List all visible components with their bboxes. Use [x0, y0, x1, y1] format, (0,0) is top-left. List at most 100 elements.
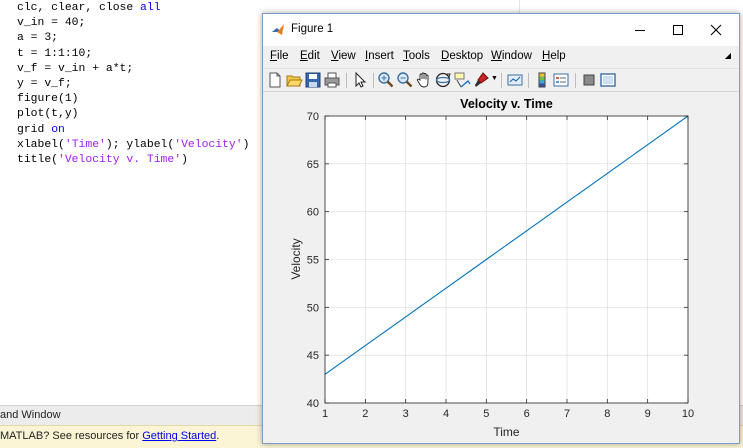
x-tick-label: 3 — [403, 408, 409, 420]
figure-toolbar: ▼ — [263, 68, 739, 92]
code-token: clc, clear, close — [17, 2, 141, 14]
open-file-icon[interactable] — [285, 71, 303, 89]
y-tick-label: 55 — [307, 255, 319, 267]
pan-hand-icon[interactable] — [415, 71, 433, 89]
data-cursor-icon[interactable] — [453, 71, 471, 89]
toolbar-separator — [346, 73, 347, 88]
code-line[interactable]: v_f = v_in + a*t; — [17, 62, 249, 77]
y-tick-label: 60 — [307, 207, 319, 219]
code-token: plot(t,y) — [17, 108, 79, 121]
code-line[interactable]: figure(1) — [17, 92, 249, 107]
code-text[interactable]: clc, clear, close all v_in = 40; a = 3; t =… — [17, 1, 249, 168]
info-message: MATLAB? See resources for Getting Starte… — [0, 430, 219, 442]
x-tick-label: 10 — [682, 408, 694, 420]
code-token: xlabel( — [17, 138, 65, 151]
minimize-icon — [635, 30, 645, 31]
code-keyword: on — [51, 123, 65, 136]
maximize-button[interactable] — [659, 14, 697, 46]
y-tick-label: 45 — [307, 350, 319, 362]
code-line[interactable]: v_in = 40; — [17, 16, 249, 31]
code-line[interactable]: clc, clear, close all — [17, 1, 249, 16]
hide-plot-tools-icon[interactable] — [580, 71, 598, 89]
velocity-plot[interactable]: 1 2 3 4 5 6 7 8 9 1040455055606570 Velocity v. Ti… — [263, 92, 739, 443]
code-line[interactable]: title('Velocity v. Time') — [17, 153, 249, 168]
y-tick-label: 65 — [307, 159, 319, 171]
getting-started-link[interactable]: Getting Started — [142, 430, 216, 442]
y-axis-label: Velocity — [289, 238, 303, 279]
brush-dropdown-icon[interactable]: ▼ — [491, 75, 498, 82]
code-string: 'Velocity v. Time' — [58, 153, 182, 166]
menu-view[interactable]: View — [331, 50, 356, 62]
code-token: title( — [17, 153, 59, 166]
plot-title: Velocity v. Time — [460, 97, 553, 111]
code-string: 'Time' — [64, 138, 106, 151]
figure-menu-bar: File Edit View Insert Tools Desktop Wind… — [263, 46, 739, 68]
code-token: v_in = 40; — [17, 17, 86, 30]
info-message-suffix: . — [216, 430, 220, 442]
maximize-icon — [673, 25, 683, 35]
code-line[interactable]: y = v_f; — [17, 77, 249, 92]
x-tick-label: 2 — [362, 408, 368, 420]
menu-tools[interactable]: Tools — [403, 50, 430, 62]
code-token: y = v_f; — [17, 77, 72, 90]
x-tick-label: 4 — [443, 408, 449, 420]
menu-desktop[interactable]: Desktop — [441, 50, 483, 62]
save-icon[interactable] — [304, 71, 322, 89]
rotate-3d-icon[interactable] — [434, 71, 452, 89]
link-plot-icon[interactable] — [506, 71, 524, 89]
zoom-out-icon[interactable] — [396, 71, 414, 89]
insert-colorbar-icon[interactable] — [533, 71, 551, 89]
close-icon — [710, 24, 722, 36]
code-token: ) — [181, 153, 188, 166]
toolbar-separator — [501, 73, 502, 88]
x-tick-label: 5 — [483, 408, 489, 420]
insert-legend-icon[interactable] — [552, 71, 570, 89]
x-tick-label: 7 — [564, 408, 570, 420]
zoom-in-icon[interactable] — [377, 71, 395, 89]
y-tick-label: 70 — [307, 111, 319, 123]
code-line[interactable]: t = 1:1:10; — [17, 47, 249, 62]
x-tick-label: 9 — [645, 408, 651, 420]
brush-icon[interactable] — [472, 71, 490, 89]
select-arrow-icon[interactable] — [351, 71, 369, 89]
print-icon[interactable] — [323, 71, 341, 89]
close-button[interactable] — [697, 14, 735, 46]
code-token: t = 1:1:10; — [17, 47, 93, 60]
menu-overflow-arrow-icon[interactable]: ◢ — [725, 51, 731, 60]
code-line[interactable]: a = 3; — [17, 31, 249, 46]
x-tick-label: 1 — [322, 408, 328, 420]
new-figure-icon[interactable] — [266, 71, 284, 89]
menu-window[interactable]: Window — [491, 50, 532, 62]
toolbar-separator — [575, 73, 576, 88]
menu-file[interactable]: File — [270, 50, 289, 62]
code-line[interactable]: xlabel('Time'); ylabel('Velocity') — [17, 138, 249, 153]
y-tick-label: 40 — [307, 398, 319, 410]
code-keyword: all — [140, 2, 161, 14]
code-token: ) — [242, 138, 250, 151]
minimize-button[interactable] — [621, 14, 659, 46]
figure-canvas[interactable]: 1 2 3 4 5 6 7 8 9 10 40 45 50 55 60 65 70 Velocity v. Ti… — [263, 92, 739, 443]
menu-edit[interactable]: Edit — [300, 50, 320, 62]
figure-window-title: Figure 1 — [291, 23, 334, 35]
show-plot-tools-icon[interactable] — [599, 71, 617, 89]
info-message-prefix: MATLAB? See resources for — [0, 430, 143, 442]
y-tick-label: 50 — [307, 302, 319, 314]
figure-title-bar[interactable]: Figure 1 — [263, 14, 739, 46]
code-token: ); ylabel( — [105, 138, 175, 151]
figure-window[interactable]: Figure 1 File Edit View Insert Tools Des… — [262, 13, 740, 444]
matlab-logo-icon — [272, 24, 284, 35]
code-token: v_f = v_in + a*t; — [17, 62, 134, 75]
x-axis-label: Time — [493, 425, 520, 439]
menu-insert[interactable]: Insert — [365, 50, 394, 62]
toolbar-separator — [373, 73, 374, 88]
code-string: 'Velocity' — [174, 138, 243, 151]
x-tick-label: 6 — [524, 408, 530, 420]
code-line[interactable]: plot(t,y) — [17, 107, 249, 122]
menu-help[interactable]: Help — [542, 50, 566, 62]
code-token: grid — [17, 123, 52, 136]
code-token: a = 3; — [17, 32, 59, 45]
code-line[interactable]: grid on — [17, 123, 249, 138]
toolbar-separator — [528, 73, 529, 88]
x-tick-label: 8 — [604, 408, 610, 420]
command-window-title: and Window — [0, 409, 61, 421]
